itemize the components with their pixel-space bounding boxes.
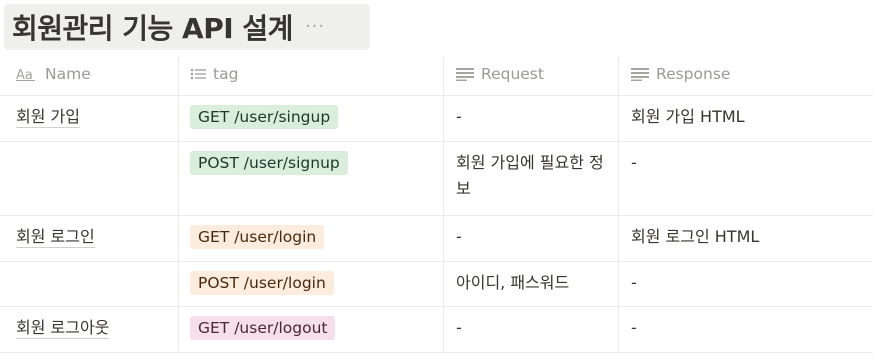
table-header-row: Aa Name tag Request Response [0,57,873,96]
table-row[interactable]: 회원 가입 GET /user/singup - 회원 가입 HTML [0,96,873,142]
name-cell[interactable]: 회원 로그아웃 [0,307,179,352]
column-header-request-label: Request [481,65,544,83]
response-text: 회원 로그인 HTML [631,227,760,246]
name-cell[interactable]: 회원 가입 [0,96,179,141]
table-row[interactable]: POST /user/login 아이디, 패스워드 - [0,262,873,307]
row-name[interactable]: 회원 로그인 [16,227,95,248]
name-cell[interactable] [0,142,179,215]
row-name[interactable]: 회원 가입 [16,107,80,128]
response-cell[interactable]: - [619,307,873,352]
page-title[interactable]: 회원관리 기능 API 설계 [12,7,293,47]
response-text: 회원 가입 HTML [631,107,745,126]
column-header-request[interactable]: Request [444,57,619,95]
response-text: - [631,273,637,292]
text-lines-icon [456,67,474,81]
column-header-name[interactable]: Aa Name [0,57,179,95]
request-cell[interactable]: 회원 가입에 필요한 정보 [444,142,619,215]
column-header-tag[interactable]: tag [179,57,444,95]
column-header-tag-label: tag [213,65,239,83]
tag-badge[interactable]: POST /user/signup [190,151,348,175]
tag-cell[interactable]: POST /user/signup [179,142,444,215]
column-header-response-label: Response [656,65,731,83]
tag-badge[interactable]: GET /user/logout [190,316,336,340]
text-lines-icon [631,67,649,81]
tag-badge[interactable]: GET /user/login [190,225,325,249]
name-cell[interactable]: 회원 로그인 [0,216,179,261]
response-cell[interactable]: - [619,142,873,215]
request-cell[interactable]: - [444,307,619,352]
request-text: - [456,318,462,337]
tag-cell[interactable]: POST /user/login [179,262,444,306]
row-name[interactable]: 회원 로그아웃 [16,318,110,339]
svg-text:Aa: Aa [16,68,33,81]
name-cell[interactable] [0,262,179,306]
table-row[interactable]: POST /user/signup 회원 가입에 필요한 정보 - [0,142,873,216]
tag-badge[interactable]: GET /user/singup [190,105,339,129]
request-text: - [456,107,462,126]
request-text: 아이디, 패스워드 [456,273,570,292]
tag-badge[interactable]: POST /user/login [190,271,334,295]
response-text: - [631,318,637,337]
database-table: Aa Name tag Request Response 회원 가입 GET /… [0,57,873,353]
response-cell[interactable]: 회원 로그인 HTML [619,216,873,261]
text-aa-icon: Aa [16,67,38,81]
request-text: 회원 가입에 필요한 정보 [456,153,604,198]
table-row[interactable]: 회원 로그아웃 GET /user/logout - - [0,307,873,353]
response-cell[interactable]: 회원 가입 HTML [619,96,873,141]
table-row[interactable]: 회원 로그인 GET /user/login - 회원 로그인 HTML [0,216,873,262]
response-cell[interactable]: - [619,262,873,306]
request-cell[interactable]: 아이디, 패스워드 [444,262,619,306]
column-header-response[interactable]: Response [619,57,873,95]
request-text: - [456,227,462,246]
tag-cell[interactable]: GET /user/singup [179,96,444,141]
column-header-name-label: Name [45,65,91,83]
page-title-block[interactable]: 회원관리 기능 API 설계 ··· [4,4,370,50]
request-cell[interactable]: - [444,216,619,261]
response-text: - [631,153,637,172]
list-icon [190,67,206,81]
more-options-icon[interactable]: ··· [305,18,325,36]
request-cell[interactable]: - [444,96,619,141]
tag-cell[interactable]: GET /user/login [179,216,444,261]
tag-cell[interactable]: GET /user/logout [179,307,444,352]
